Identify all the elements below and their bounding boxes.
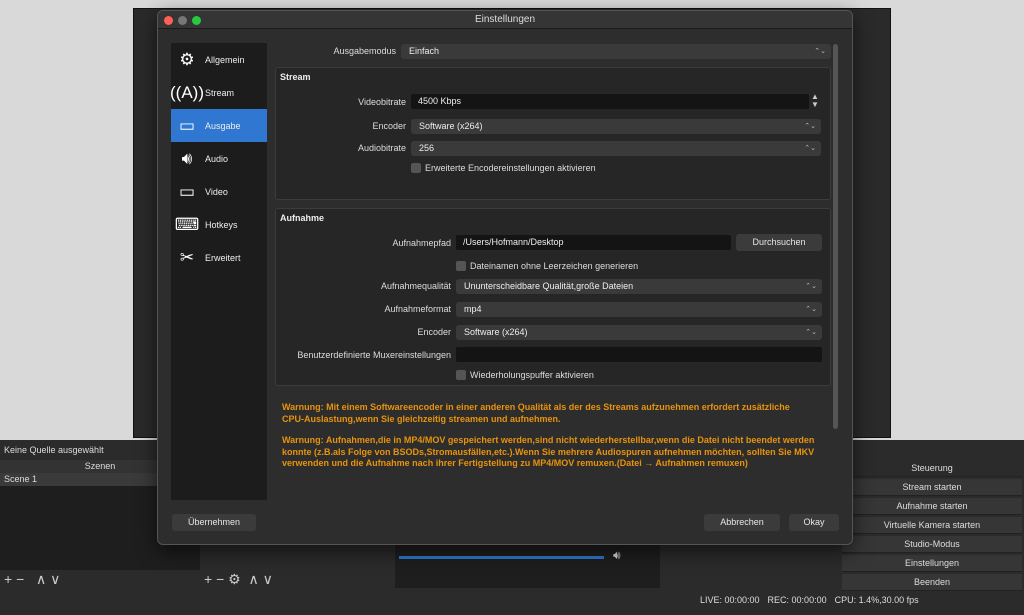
checkbox-icon (456, 261, 466, 271)
zoom-button[interactable] (192, 16, 201, 25)
format-select[interactable]: mp4 (456, 302, 822, 317)
settings-button[interactable]: Einstellungen (842, 555, 1022, 572)
tools-icon: ✂ (179, 247, 195, 267)
speaker-icon[interactable]: 🔊︎ (613, 548, 621, 563)
checkbox-icon (411, 163, 421, 173)
live-status: LIVE: 00:00:00 (700, 595, 760, 605)
settings-dialog: Einstellungen ⚙ Allgemein ((A)) Stream ▭ Au… (157, 10, 853, 545)
video-bitrate-label: Videobitrate (358, 97, 406, 107)
keyboard-icon: ⌨ (174, 214, 200, 234)
stream-encoder-select[interactable]: Software (x264) (411, 119, 821, 134)
apply-button[interactable]: Übernehmen (172, 514, 256, 531)
monitor-output-icon: ▭ (178, 115, 196, 135)
speaker-icon: 🔊︎ (181, 148, 193, 168)
cpu-status: CPU: 1.4%,30.00 fps (834, 595, 919, 605)
warning-mp4: Warnung: Aufnahmen,die in MP4/MOV gespei… (282, 435, 815, 468)
warning-software-encoder: Warnung: Mit einem Softwareencoder in ei… (282, 402, 790, 424)
rec-status: REC: 00:00:00 (767, 595, 827, 605)
record-start-button[interactable]: Aufnahme starten (842, 498, 1022, 515)
recording-path-input[interactable]: /Users/Hofmann/Desktop (456, 235, 731, 250)
remove-icon[interactable]: − (16, 571, 24, 587)
sidebar-item-hotkeys[interactable]: ⌨ Hotkeys (171, 208, 267, 241)
stream-start-button[interactable]: Stream starten (842, 479, 1022, 496)
rec-encoder-select[interactable]: Software (x264) (456, 325, 822, 340)
replay-buffer-checkbox[interactable]: Wiederholungspuffer aktivieren (456, 370, 594, 380)
sidebar-item-allgemein[interactable]: ⚙ Allgemein (171, 43, 267, 76)
recording-group-title: Aufnahme (280, 213, 325, 223)
exit-button[interactable]: Beenden (842, 574, 1022, 591)
gear-icon: ⚙ (179, 49, 195, 69)
stream-group: Stream Videobitrate 4500 Kbps ▲ ▼ Encoder… (275, 67, 831, 200)
content-scrollbar[interactable] (833, 44, 838, 429)
checkbox-icon (456, 370, 466, 380)
output-mode-select[interactable]: Einfach (401, 44, 831, 59)
quality-select[interactable]: Ununterscheidbare Qualität,große Dateien (456, 279, 822, 294)
controls-header: Steuerung (842, 460, 1022, 477)
cancel-button[interactable]: Abbrechen (704, 514, 780, 531)
audio-mixer: 🔊︎ (395, 540, 660, 588)
controls-panel: Steuerung Stream starten Aufnahme starte… (842, 460, 1022, 591)
muxer-label: Benutzerdefinierte Muxereinstellungen (297, 350, 451, 360)
source-toolbar: + − ⚙ ∧ ∨ (204, 571, 273, 588)
recording-path-label: Aufnahmepfad (392, 238, 451, 248)
dialog-title: Einstellungen (158, 11, 852, 29)
rec-encoder-label: Encoder (417, 327, 451, 337)
sidebar-item-erweitert[interactable]: ✂ Erweitert (171, 241, 267, 274)
video-bitrate-input[interactable]: 4500 Kbps (411, 94, 809, 109)
minimize-button[interactable] (178, 16, 187, 25)
sidebar-item-stream[interactable]: ((A)) Stream (170, 76, 267, 109)
muxer-input[interactable] (456, 347, 822, 362)
browse-button[interactable]: Durchsuchen (736, 234, 822, 251)
ok-button[interactable]: Okay (789, 514, 839, 531)
quality-label: Aufnahmequalität (380, 281, 451, 291)
monitor-icon: ▭ (178, 181, 196, 201)
sidebar-item-audio[interactable]: 🔊︎ Audio (171, 142, 267, 175)
down-icon[interactable]: ∨ (263, 571, 273, 587)
recording-group: Aufnahme Aufnahmepfad /Users/Hofmann/Des… (275, 208, 831, 386)
studio-mode-button[interactable]: Studio-Modus (842, 536, 1022, 553)
status-bar: LIVE: 00:00:00 REC: 00:00:00 CPU: 1.4%,3… (700, 595, 919, 605)
advanced-encoder-checkbox[interactable]: Erweiterte Encodereinstellungen aktivier… (411, 163, 596, 173)
sidebar-item-ausgabe[interactable]: ▭ Ausgabe (171, 109, 267, 142)
gear-icon[interactable]: ⚙ (228, 571, 241, 587)
sidebar-item-video[interactable]: ▭ Video (171, 175, 267, 208)
audio-bitrate-select[interactable]: 256 (411, 141, 821, 156)
add-icon[interactable]: + (204, 571, 212, 587)
stream-group-title: Stream (280, 72, 311, 82)
down-icon[interactable]: ∨ (50, 571, 60, 587)
stream-encoder-label: Encoder (372, 121, 406, 131)
no-source-label: Keine Quelle ausgewählt (4, 445, 104, 455)
audio-bitrate-label: Audiobitrate (357, 143, 406, 153)
scene-toolbar: + − ∧ ∨ (4, 571, 60, 588)
close-button[interactable] (164, 16, 173, 25)
up-icon[interactable]: ∧ (36, 571, 46, 587)
remove-icon[interactable]: − (216, 571, 224, 587)
settings-sidebar: ⚙ Allgemein ((A)) Stream ▭ Ausgabe 🔊︎ Audio … (170, 43, 267, 500)
volume-slider[interactable] (399, 556, 604, 559)
output-mode-label: Ausgabemodus (333, 46, 396, 56)
add-icon[interactable]: + (4, 571, 12, 587)
virtual-camera-button[interactable]: Virtuelle Kamera starten (842, 517, 1022, 534)
bitrate-stepper[interactable]: ▲ ▼ (811, 93, 819, 109)
format-label: Aufnahmeformat (384, 304, 451, 314)
no-spaces-checkbox[interactable]: Dateinamen ohne Leerzeichen generieren (456, 261, 638, 271)
up-icon[interactable]: ∧ (249, 571, 259, 587)
antenna-icon: ((A)) (170, 82, 204, 102)
